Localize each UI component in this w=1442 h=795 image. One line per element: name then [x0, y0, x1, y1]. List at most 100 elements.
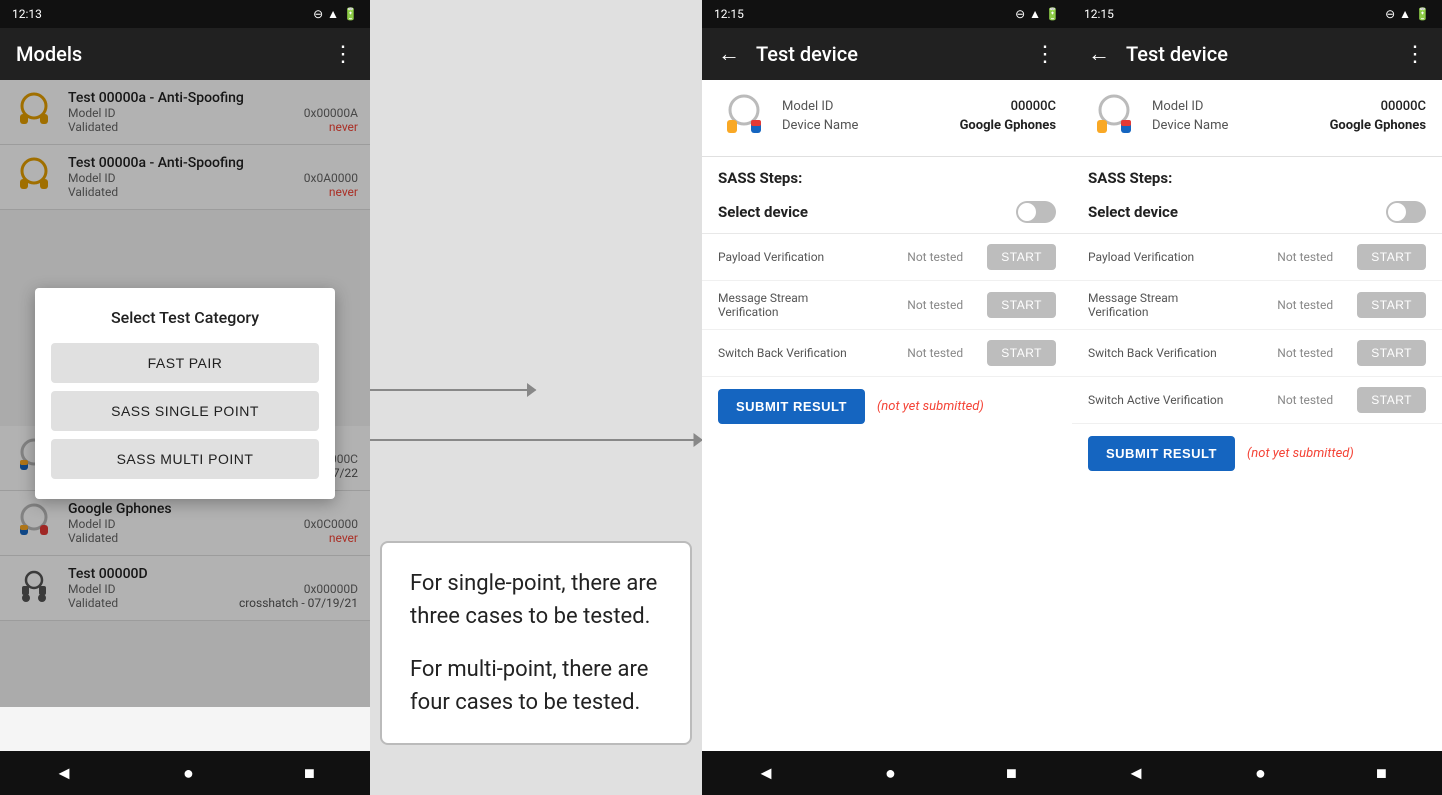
fast-pair-button[interactable]: FAST PAIR [51, 343, 319, 383]
test-step-message-3: Message StreamVerification Not tested ST… [1072, 281, 1442, 330]
dialog-title: Select Test Category [51, 308, 319, 327]
time-1: 12:13 [12, 7, 42, 21]
app-title-1: Models [8, 42, 324, 66]
switchback-start-btn-3[interactable]: START [1357, 340, 1426, 366]
device-name-value-2: Google Gphones [960, 118, 1056, 133]
annotation-line1: For single-point, there are three cases … [410, 567, 662, 633]
sim-icon-3: ⊖ [1385, 7, 1395, 21]
message-status-3: Not tested [1277, 298, 1357, 312]
submit-btn-3[interactable]: SUBMIT RESULT [1088, 436, 1235, 471]
device-name-row-2: Device Name Google Gphones [782, 118, 1056, 133]
home-nav-1[interactable]: ● [183, 763, 194, 784]
test-step-payload-2: Payload Verification Not tested START [702, 234, 1072, 281]
recent-nav-2[interactable]: ■ [1006, 763, 1017, 784]
device-card-details-2: Model ID 00000C Device Name Google Gphon… [782, 99, 1056, 137]
wifi-icon: ▲ [327, 7, 339, 21]
app-title-2: Test device [748, 42, 1026, 66]
payload-start-btn-2[interactable]: START [987, 244, 1056, 270]
select-device-toggle-2[interactable] [1016, 201, 1056, 223]
battery-icon-3: 🔋 [1415, 7, 1430, 21]
app-title-3: Test device [1118, 42, 1396, 66]
model-id-value-3: 00000C [1381, 99, 1426, 114]
models-screen: Test 00000a - Anti-Spoofing Model ID0x00… [0, 80, 370, 751]
app-bar-3: ← Test device ⋮ [1072, 28, 1442, 80]
payload-status-3: Not tested [1277, 250, 1357, 264]
model-id-row-card-3: Model ID 00000C [1152, 99, 1426, 114]
select-device-label-2: Select device [718, 203, 808, 221]
time-2: 12:15 [714, 7, 744, 21]
back-nav-1[interactable]: ◄ [55, 763, 73, 784]
not-submitted-2: (not yet submitted) [877, 399, 984, 414]
sass-single-point-button[interactable]: SASS SINGLE POINT [51, 391, 319, 431]
back-icon-3[interactable]: ← [1080, 33, 1118, 75]
select-device-row-3: Select device [1072, 191, 1442, 234]
dialog-overlay: Select Test Category FAST PAIR SASS SING… [0, 80, 370, 707]
sass-multi-point-button[interactable]: SASS MULTI POINT [51, 439, 319, 479]
menu-icon-3[interactable]: ⋮ [1396, 34, 1434, 75]
device-test-screen-3: Model ID 00000C Device Name Google Gphon… [1072, 80, 1442, 751]
status-icons-2: ⊖ ▲ 🔋 [1015, 7, 1060, 21]
back-icon-2[interactable]: ← [710, 33, 748, 75]
switchactive-label-3: Switch Active Verification [1088, 393, 1277, 407]
status-bar-3: 12:15 ⊖ ▲ 🔋 [1072, 0, 1442, 28]
payload-label-2: Payload Verification [718, 250, 907, 264]
annotation-box: For single-point, there are three cases … [380, 541, 692, 745]
device-name-label-3: Device Name [1152, 118, 1228, 133]
submit-btn-2[interactable]: SUBMIT RESULT [718, 389, 865, 424]
recent-nav-1[interactable]: ■ [304, 763, 315, 784]
test-step-payload-3: Payload Verification Not tested START [1072, 234, 1442, 281]
switchback-status-3: Not tested [1277, 346, 1357, 360]
submit-area-3: SUBMIT RESULT (not yet submitted) [1072, 424, 1442, 483]
device-card-icon-2 [718, 92, 770, 144]
phone-1: 12:13 ⊖ ▲ 🔋 Models ⋮ Test 00000a - Anti-… [0, 0, 370, 795]
home-nav-3[interactable]: ● [1255, 763, 1266, 784]
battery-icon-2: 🔋 [1045, 7, 1060, 21]
submit-area-2: SUBMIT RESULT (not yet submitted) [702, 377, 1072, 436]
select-category-dialog: Select Test Category FAST PAIR SASS SING… [35, 288, 335, 499]
model-id-value-2: 00000C [1011, 99, 1056, 114]
model-id-label-2: Model ID [782, 99, 833, 114]
payload-label-3: Payload Verification [1088, 250, 1277, 264]
menu-icon-2[interactable]: ⋮ [1026, 34, 1064, 75]
device-info-card-2: Model ID 00000C Device Name Google Gphon… [702, 80, 1072, 157]
select-device-toggle-3[interactable] [1386, 201, 1426, 223]
app-bar-1: Models ⋮ [0, 28, 370, 80]
payload-start-btn-3[interactable]: START [1357, 244, 1426, 270]
wifi-icon-2: ▲ [1029, 7, 1041, 21]
home-nav-2[interactable]: ● [885, 763, 896, 784]
message-start-btn-3[interactable]: START [1357, 292, 1426, 318]
device-test-screen-2: Model ID 00000C Device Name Google Gphon… [702, 80, 1072, 751]
nav-bar-1: ◄ ● ■ [0, 751, 370, 795]
nav-bar-2: ◄ ● ■ [702, 751, 1072, 795]
recent-nav-3[interactable]: ■ [1376, 763, 1387, 784]
nav-bar-3: ◄ ● ■ [1072, 751, 1442, 795]
switchactive-start-btn-3[interactable]: START [1357, 387, 1426, 413]
battery-icon: 🔋 [343, 7, 358, 21]
message-start-btn-2[interactable]: START [987, 292, 1056, 318]
back-nav-3[interactable]: ◄ [1127, 763, 1145, 784]
switchback-start-btn-2[interactable]: START [987, 340, 1056, 366]
test-step-switchactive-3: Switch Active Verification Not tested ST… [1072, 377, 1442, 424]
middle-section: For single-point, there are three cases … [370, 0, 702, 795]
device-name-label-2: Device Name [782, 118, 858, 133]
back-nav-2[interactable]: ◄ [757, 763, 775, 784]
message-status-2: Not tested [907, 298, 987, 312]
model-id-row-card-2: Model ID 00000C [782, 99, 1056, 114]
annotation-line2: For multi-point, there are four cases to… [410, 653, 662, 719]
phone-2: 12:15 ⊖ ▲ 🔋 ← Test device ⋮ Model ID 000… [702, 0, 1072, 795]
switchback-status-2: Not tested [907, 346, 987, 360]
status-bar-1: 12:13 ⊖ ▲ 🔋 [0, 0, 370, 28]
test-step-switchback-2: Switch Back Verification Not tested STAR… [702, 330, 1072, 377]
phone-3: 12:15 ⊖ ▲ 🔋 ← Test device ⋮ Model ID 000… [1072, 0, 1442, 795]
sim-icon: ⊖ [313, 7, 323, 21]
status-icons-3: ⊖ ▲ 🔋 [1385, 7, 1430, 21]
switchactive-status-3: Not tested [1277, 393, 1357, 407]
model-id-label-3: Model ID [1152, 99, 1203, 114]
sass-steps-label-3: SASS Steps: [1072, 157, 1442, 191]
wifi-icon-3: ▲ [1399, 7, 1411, 21]
menu-icon-1[interactable]: ⋮ [324, 34, 362, 75]
device-name-row-3: Device Name Google Gphones [1152, 118, 1426, 133]
test-step-message-2: Message StreamVerification Not tested ST… [702, 281, 1072, 330]
sass-steps-label-2: SASS Steps: [702, 157, 1072, 191]
app-bar-2: ← Test device ⋮ [702, 28, 1072, 80]
